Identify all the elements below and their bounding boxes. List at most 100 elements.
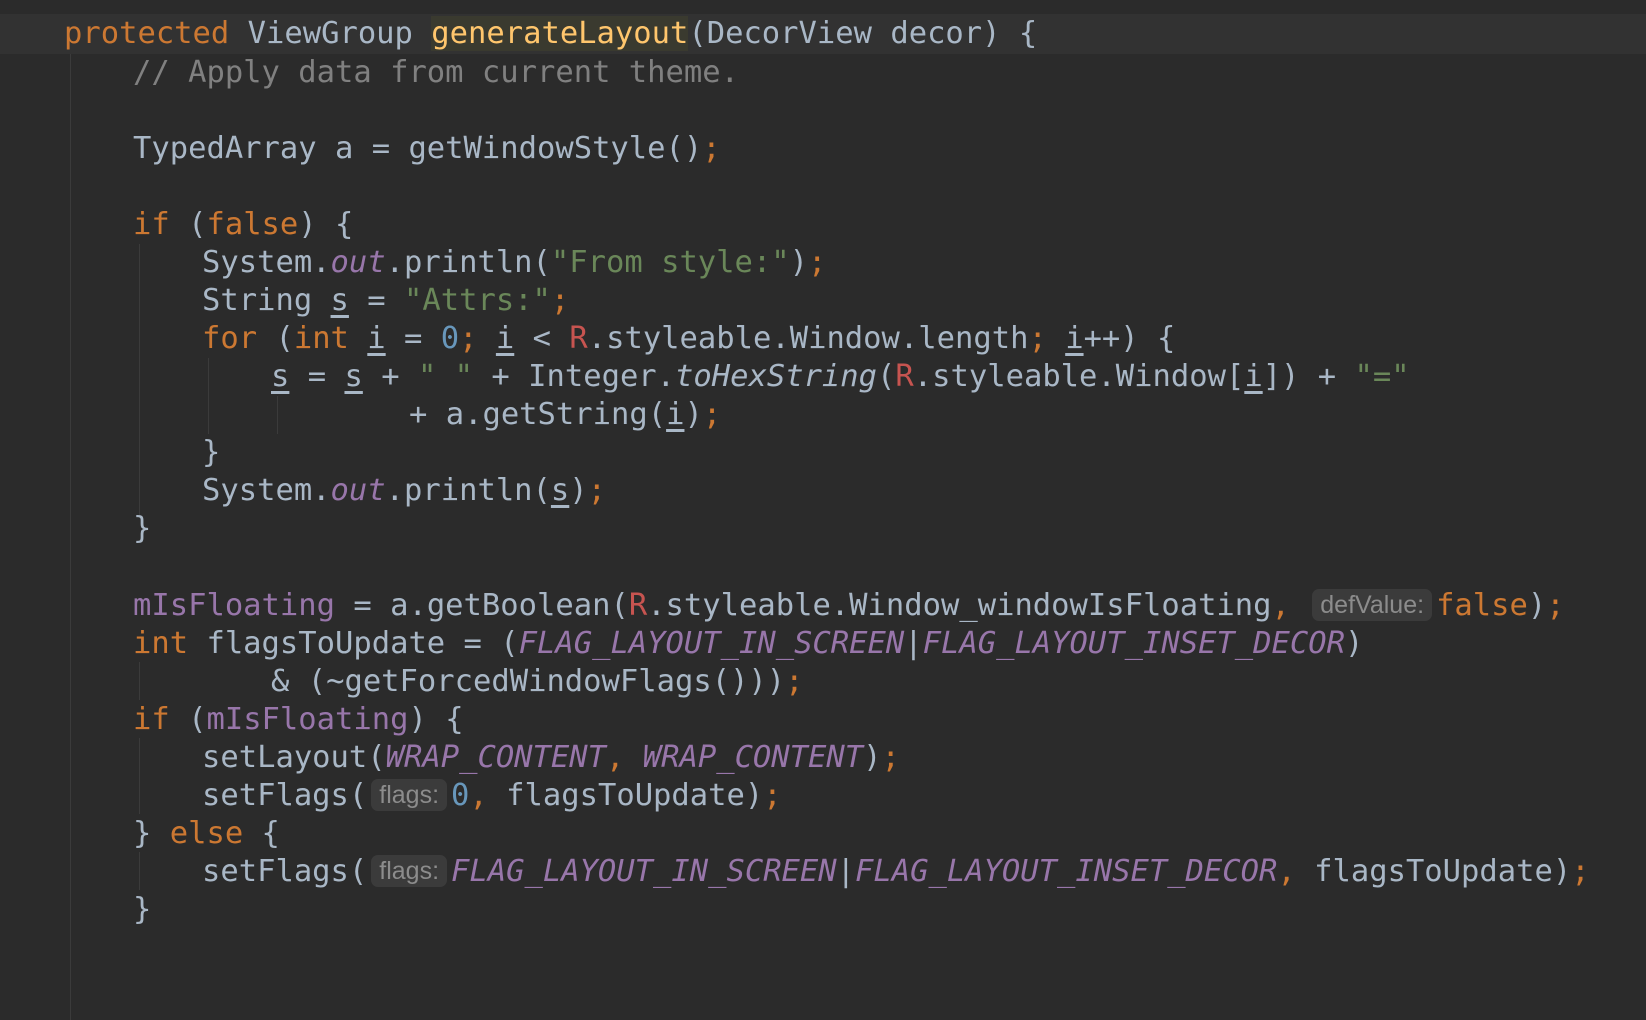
string-literal: "From style:" <box>550 245 790 280</box>
var-s: s <box>330 283 349 318</box>
field-is-floating: mIsFloating <box>206 702 409 737</box>
brace: } <box>133 511 152 546</box>
number-literal: 0 <box>451 778 470 813</box>
paren: ( <box>257 321 294 356</box>
type-string: String <box>202 283 331 318</box>
brace: } <box>133 892 152 927</box>
semicolon: ; <box>1546 588 1565 623</box>
unresolved-r: R <box>569 321 588 356</box>
code-line-23[interactable]: setFlags(flags: FLAG_LAYOUT_IN_SCREEN|FLA… <box>202 852 1590 892</box>
field-out: out <box>330 473 386 508</box>
operator: = <box>348 283 405 318</box>
semicolon: ; <box>459 321 478 356</box>
method-get-string: + a.getString( <box>409 397 667 432</box>
field-out: out <box>330 245 386 280</box>
code-line-24[interactable]: } <box>133 890 151 930</box>
code-line-20[interactable]: setLayout(WRAP_CONTENT, WRAP_CONTENT); <box>202 738 900 778</box>
code-line-13[interactable]: System.out.println(s); <box>202 471 606 511</box>
code-line-17[interactable]: int flagsToUpdate = (FLAG_LAYOUT_IN_SCRE… <box>133 624 1363 664</box>
code-line-11[interactable]: + a.getString(i); <box>409 395 721 435</box>
operator: < <box>514 321 570 356</box>
var-s: s <box>550 473 570 508</box>
method-set-layout: setLayout( <box>202 740 386 775</box>
brace: } <box>133 816 170 851</box>
code-line-12[interactable]: } <box>202 433 220 473</box>
field-is-floating: mIsFloating <box>133 588 335 623</box>
paren: ) <box>863 740 882 775</box>
var-i: i <box>666 397 685 432</box>
indent-guide <box>208 358 209 434</box>
var-s: s <box>344 359 363 394</box>
operator: + <box>473 359 529 394</box>
code-line-22[interactable]: } else { <box>133 814 280 854</box>
code-line-2[interactable]: // Apply data from current theme. <box>133 53 739 93</box>
code-line-1[interactable]: protected ViewGroup generateLayout(Decor… <box>64 14 1037 54</box>
code-line-9[interactable]: for (int i = 0; i < R.styleable.Window.l… <box>202 319 1175 359</box>
paren: ) <box>1527 588 1547 623</box>
code-editor[interactable]: protected ViewGroup generateLayout(Decor… <box>0 0 1646 1020</box>
indent-guide <box>277 396 278 434</box>
code-line-6[interactable]: if (false) { <box>133 205 353 245</box>
code-line-10[interactable]: s = s + " " + Integer.toHexString(R.styl… <box>271 357 1410 397</box>
comma: , <box>1277 854 1296 889</box>
field-access: .styleable.Window_windowIsFloating <box>647 588 1272 623</box>
static-method: toHexString <box>675 359 878 394</box>
code-line-4[interactable]: TypedArray a = getWindowStyle(); <box>133 129 721 169</box>
string-literal: "=" <box>1354 359 1410 394</box>
method-name-generate-layout[interactable]: generateLayout <box>431 16 689 51</box>
paren: ) <box>1344 626 1364 661</box>
const-flag-in-screen: FLAG_LAYOUT_IN_SCREEN <box>451 854 837 889</box>
semicolon: ; <box>702 397 722 432</box>
code-line-16[interactable]: mIsFloating = a.getBoolean(R.styleable.W… <box>133 586 1565 626</box>
keyword-for: for <box>202 321 258 356</box>
method-params: (DecorView decor) { <box>688 16 1038 51</box>
keyword-protected: protected <box>64 16 248 51</box>
method-set-flags: setFlags( <box>202 778 368 813</box>
keyword-int: int <box>133 626 189 661</box>
method-set-flags: setFlags( <box>202 854 368 889</box>
field-access: .styleable.Window[ <box>913 359 1245 394</box>
const-flag-in-screen: FLAG_LAYOUT_IN_SCREEN <box>518 626 905 661</box>
var-flags-decl: flagsToUpdate = ( <box>188 626 519 661</box>
var-flags-to-update: flagsToUpdate) <box>506 778 764 813</box>
paren-brace: ) { <box>408 702 464 737</box>
var-s: s <box>271 359 290 394</box>
semicolon: ; <box>808 245 827 280</box>
class-system: System. <box>202 245 331 280</box>
comma: , <box>1271 588 1290 623</box>
const-flag-inset-decor: FLAG_LAYOUT_INSET_DECOR <box>855 854 1278 889</box>
var-i: i <box>1065 321 1084 356</box>
code-line-14[interactable]: } <box>133 509 151 549</box>
brace: { <box>243 816 280 851</box>
paren-brace: ) { <box>298 207 354 242</box>
paren: ( <box>169 207 207 242</box>
typed-array-statement: TypedArray a = getWindowStyle() <box>133 131 703 166</box>
brace: } <box>202 435 221 470</box>
indent-guide <box>139 662 140 700</box>
operator: + <box>1299 359 1355 394</box>
code-line-7[interactable]: System.out.println("From style:"); <box>202 243 826 283</box>
indent-guide <box>139 738 140 814</box>
string-literal: " " <box>417 359 474 394</box>
keyword-int: int <box>293 321 349 356</box>
param-hint-flags: flags: <box>371 779 448 811</box>
indent-guide <box>139 852 140 890</box>
operator: + <box>362 359 418 394</box>
var-i: i <box>495 321 515 356</box>
return-type: ViewGroup <box>247 16 432 51</box>
code-line-8[interactable]: String s = "Attrs:"; <box>202 281 569 321</box>
var-i: i <box>367 321 386 356</box>
paren: ]) <box>1262 359 1300 394</box>
code-line-21[interactable]: setFlags(flags: 0, flagsToUpdate); <box>202 776 782 816</box>
keyword-if: if <box>133 702 170 737</box>
semicolon: ; <box>763 778 782 813</box>
comma: , <box>469 778 488 813</box>
operator: | <box>836 854 856 889</box>
field-access: .styleable.Window.length <box>587 321 1029 356</box>
code-line-19[interactable]: if (mIsFloating) { <box>133 700 464 740</box>
code-line-18[interactable]: & (~getForcedWindowFlags())); <box>271 662 804 702</box>
method-println: .println( <box>385 245 551 280</box>
paren: ( <box>169 702 207 737</box>
indent-guide <box>70 54 71 1020</box>
param-hint-def-value: defValue: <box>1312 589 1433 621</box>
